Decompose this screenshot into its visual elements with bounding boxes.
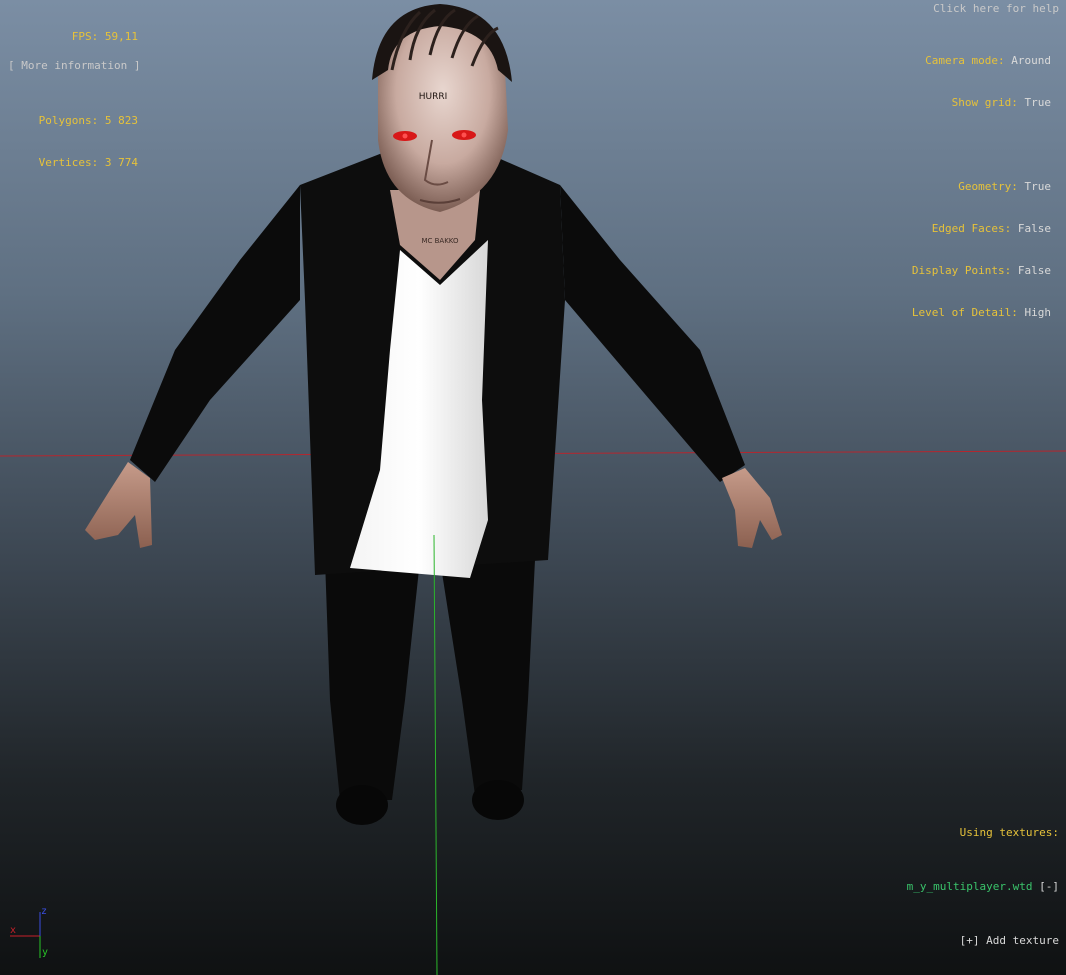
vertices-label: Vertices: <box>38 156 99 169</box>
camera-mode-value: Around <box>1011 54 1051 67</box>
head-tattoo: HURRI <box>419 92 448 102</box>
right-shoe <box>472 780 524 820</box>
geometry-label: Geometry: <box>958 180 1018 193</box>
level-of-detail-label: Level of Detail: <box>911 306 1018 319</box>
display-points-value: False <box>1017 264 1051 277</box>
edged-faces-label: Edged Faces: <box>931 222 1012 235</box>
texture-name[interactable]: m_y_multiplayer.wtd <box>907 880 1033 893</box>
show-grid-label: Show grid: <box>951 96 1018 109</box>
edged-faces-row[interactable]: Edged Faces: False <box>912 222 1051 236</box>
left-hand <box>85 462 152 548</box>
right-hand <box>722 468 782 548</box>
help-link[interactable]: Click here for help <box>933 2 1059 16</box>
fps-value: 59,11 <box>104 30 138 43</box>
show-grid-row[interactable]: Show grid: True <box>912 96 1051 110</box>
level-of-detail-row[interactable]: Level of Detail: High <box>912 306 1051 320</box>
stats-panel: FPS: 59,11 Polygons: 5 823 Vertices: 3 7… <box>8 2 138 184</box>
neck-tattoo: MC BAKKO <box>421 237 459 245</box>
more-information-link[interactable]: [ More information ] <box>8 59 140 73</box>
fps-label: FPS: <box>71 30 99 43</box>
textures-panel: Using textures: m_y_multiplayer.wtd [-] … <box>907 788 1059 968</box>
texture-item: m_y_multiplayer.wtd [-] <box>907 878 1059 896</box>
character-model: MC BAKKO HURRI <box>85 4 782 825</box>
left-shoe <box>336 785 388 825</box>
remove-texture-button[interactable]: [-] <box>1039 880 1059 893</box>
display-points-label: Display Points: <box>911 264 1012 277</box>
gizmo-y-label: y <box>42 947 48 958</box>
gizmo-z-label: z <box>41 906 47 917</box>
camera-mode-row[interactable]: Camera mode: Around <box>912 54 1051 68</box>
edged-faces-value: False <box>1017 222 1051 235</box>
axis-gizmo: x y z <box>10 906 48 958</box>
polygons-value: 5 823 <box>104 114 138 127</box>
grid-y-axis-line <box>433 534 438 975</box>
settings-panel: Camera mode: Around Show grid: True Geom… <box>912 26 1051 334</box>
left-leg <box>325 560 420 800</box>
gizmo-x-label: x <box>10 925 16 936</box>
camera-mode-label: Camera mode: <box>925 54 1005 67</box>
geometry-value: True <box>1024 180 1052 193</box>
right-leg <box>440 560 535 795</box>
polygons-label: Polygons: <box>38 114 99 127</box>
left-arm <box>130 185 300 482</box>
add-texture-button[interactable]: [+] Add texture <box>907 932 1059 950</box>
geometry-row[interactable]: Geometry: True <box>912 180 1051 194</box>
textures-heading: Using textures: <box>959 826 1059 839</box>
show-grid-value: True <box>1024 96 1052 109</box>
vertices-value: 3 774 <box>104 156 138 169</box>
right-arm <box>560 185 745 482</box>
level-of-detail-value: High <box>1024 306 1052 319</box>
display-points-row[interactable]: Display Points: False <box>912 264 1051 278</box>
